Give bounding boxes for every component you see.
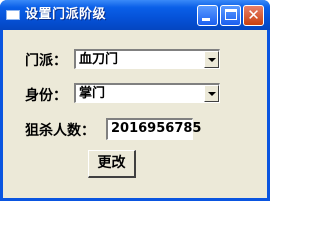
rank-select-value: 掌门 [79,86,106,101]
kills-input[interactable]: 2016956785 [106,118,201,140]
sect-select-value: 血刀门 [79,52,119,67]
chevron-down-icon [208,92,216,96]
rank-select[interactable]: 掌门 [74,83,220,103]
minimize-button[interactable] [197,5,218,26]
kills-label: 狙杀人数： [25,123,95,139]
sect-label: 门派： [25,53,67,69]
sect-dropdown-button[interactable] [204,51,219,68]
close-icon: ✕ [247,6,260,24]
window-title: 设置门派阶级 [25,7,107,22]
chevron-down-icon [208,58,216,62]
title-bar[interactable]: 设置门派阶级 ✕ [0,0,270,30]
rank-dropdown-button[interactable] [204,85,219,102]
sect-select[interactable]: 血刀门 [74,49,220,69]
rank-label: 身份： [25,88,67,104]
close-button[interactable]: ✕ [243,5,264,26]
maximize-button[interactable] [220,5,241,26]
minimize-icon [202,18,210,21]
dialog-window: 设置门派阶级 ✕ 门派： 血刀门 身份： 掌门 狙杀人数： 2016956785… [0,0,270,201]
change-button[interactable]: 更改 [88,150,136,178]
window-icon [6,10,20,20]
maximize-icon [225,9,237,20]
